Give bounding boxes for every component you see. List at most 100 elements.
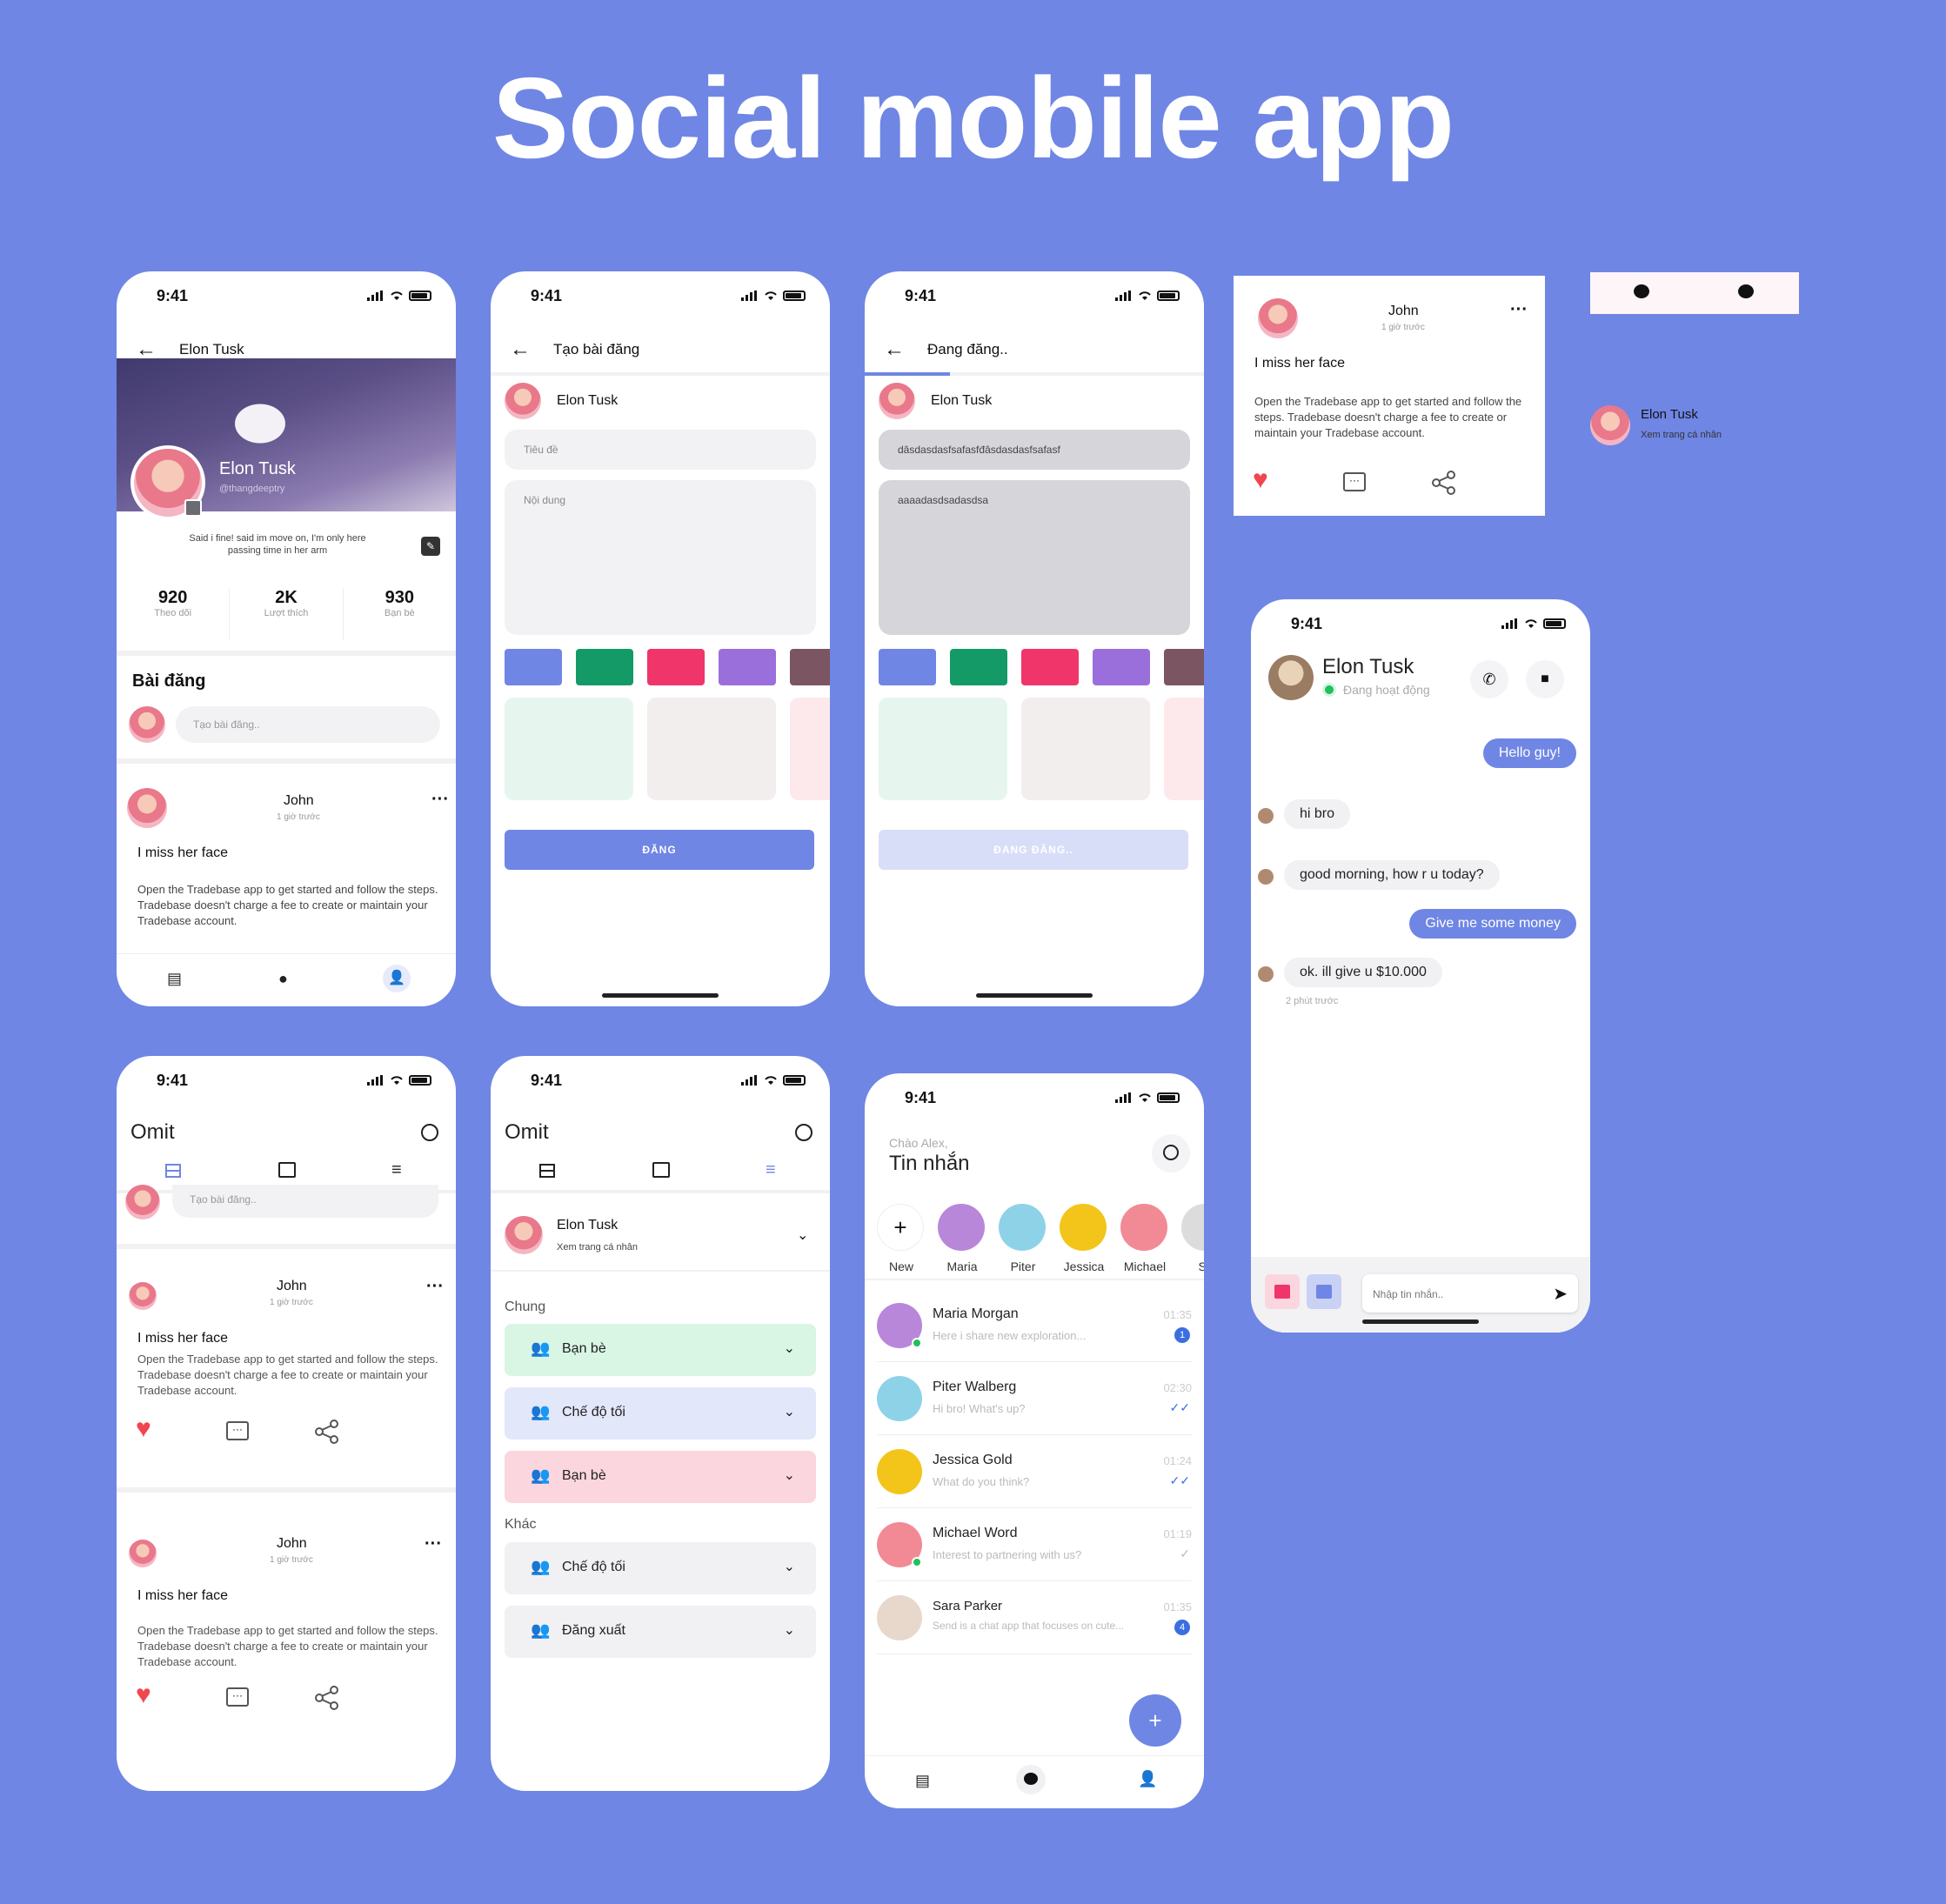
mini-profile[interactable]: Elon Tusk Xem trang cá nhân <box>1590 402 1764 449</box>
story-piter[interactable]: Piter <box>999 1204 1047 1273</box>
menu-tab-icon[interactable]: ≡ <box>391 1160 402 1180</box>
post-author-avatar[interactable] <box>1258 298 1298 338</box>
color-swatch[interactable] <box>719 649 776 685</box>
post-author[interactable]: John <box>277 1279 307 1294</box>
title-input[interactable]: dâsdasdasfsafasfđâsdasdasfsafasf <box>879 430 1190 470</box>
discussion-tab-icon[interactable] <box>652 1162 670 1178</box>
post-author[interactable]: John <box>284 793 314 809</box>
post-button[interactable]: ĐĂNG <box>505 830 814 870</box>
content-input[interactable]: Nội dung <box>505 480 816 635</box>
more-icon[interactable]: ··· <box>426 1277 444 1297</box>
feed-tab-icon[interactable] <box>165 1164 181 1178</box>
menu-item-logout[interactable]: 👥 Đăng xuất ⌄ <box>505 1606 816 1658</box>
message-input[interactable]: Nhập tin nhắn.. ➤ <box>1362 1274 1578 1313</box>
color-swatch[interactable] <box>647 649 705 685</box>
story-jessica[interactable]: Jessica <box>1060 1204 1108 1273</box>
stat-following[interactable]: 920 Theo dõi <box>117 588 231 640</box>
conversation-item[interactable]: Sara Parker Send is a chat app that focu… <box>877 1581 1192 1654</box>
background-tile[interactable] <box>790 698 830 800</box>
bottom-nav: ▤ ● 👤 <box>117 953 456 1006</box>
back-arrow-icon[interactable]: ← <box>510 337 531 362</box>
comment-icon[interactable]: ··· <box>226 1687 249 1707</box>
new-message-button[interactable]: + <box>1129 1694 1181 1747</box>
menu-tab-icon[interactable]: ≡ <box>766 1160 776 1180</box>
menu-item-dark-mode-2[interactable]: 👥 Chế độ tối ⌄ <box>505 1542 816 1594</box>
video-icon[interactable]: ■ <box>1526 660 1564 698</box>
search-icon[interactable] <box>795 1124 813 1141</box>
background-tile[interactable] <box>647 698 776 800</box>
chevron-down-icon[interactable]: ⌄ <box>797 1226 808 1244</box>
content-input[interactable]: aaaadasdsadasdsa <box>879 480 1190 635</box>
create-post-input[interactable]: Tạo bài đăng.. <box>172 1185 438 1218</box>
user-avatar[interactable] <box>505 1216 543 1254</box>
story-new[interactable]: + New <box>877 1204 926 1273</box>
back-arrow-icon[interactable]: ← <box>884 337 905 362</box>
conversation-item[interactable]: Piter Walberg Hi bro! What's up? 02:30 ✓… <box>877 1362 1192 1435</box>
post-author[interactable]: John <box>277 1536 307 1552</box>
heart-icon[interactable]: ♥ <box>1253 465 1268 495</box>
chat-icon[interactable]: ● <box>278 970 288 988</box>
heart-icon[interactable]: ♥ <box>136 1680 151 1710</box>
image-blue-icon[interactable] <box>1307 1274 1341 1309</box>
share-icon[interactable] <box>1432 471 1456 495</box>
color-swatch[interactable] <box>576 649 633 685</box>
heart-icon[interactable]: ♥ <box>136 1414 151 1444</box>
story-maria[interactable]: Maria <box>938 1204 986 1273</box>
color-swatch[interactable] <box>1021 649 1079 685</box>
chat-icon[interactable] <box>1738 284 1754 298</box>
feed-icon[interactable]: ▤ <box>915 1772 930 1790</box>
user-sub[interactable]: Xem trang cá nhân <box>557 1242 638 1253</box>
color-swatch[interactable] <box>950 649 1007 685</box>
conversation-item[interactable]: Jessica Gold What do you think? 01:24 ✓✓ <box>877 1435 1192 1508</box>
background-tile[interactable] <box>879 698 1007 800</box>
conversation-item[interactable]: Michael Word Interest to partnering with… <box>877 1508 1192 1581</box>
story-michael[interactable]: Michael <box>1120 1204 1169 1273</box>
placeholder-text: Tạo bài đăng.. <box>193 718 260 731</box>
post-author-avatar[interactable] <box>129 1282 157 1310</box>
post-author-avatar[interactable] <box>127 788 167 828</box>
story-avatar <box>999 1204 1046 1251</box>
image-pink-icon[interactable] <box>1265 1274 1300 1309</box>
feed-icon[interactable]: ▤ <box>167 970 182 988</box>
more-icon[interactable]: ··· <box>425 1534 442 1554</box>
color-swatch[interactable] <box>1093 649 1150 685</box>
share-icon[interactable] <box>315 1420 339 1444</box>
share-icon[interactable] <box>315 1686 339 1710</box>
conversation-item[interactable]: Maria Morgan Here i share new exploratio… <box>877 1289 1192 1362</box>
background-tile[interactable] <box>505 698 633 800</box>
menu-item-dark-mode[interactable]: 👥 Chế độ tối ⌄ <box>505 1387 816 1440</box>
send-icon[interactable]: ➤ <box>1553 1283 1568 1305</box>
color-swatch[interactable] <box>879 649 936 685</box>
feed-tab-icon[interactable] <box>539 1164 555 1178</box>
search-icon[interactable] <box>421 1124 438 1141</box>
post-author[interactable]: John <box>1388 304 1419 319</box>
camera-icon[interactable] <box>184 499 202 517</box>
profile-icon[interactable]: 👤 <box>383 965 411 992</box>
contact-avatar[interactable] <box>1268 655 1314 700</box>
search-button[interactable] <box>1152 1134 1190 1172</box>
stat-likes[interactable]: 2K Lượt thích <box>230 588 344 640</box>
edit-icon[interactable]: ✎ <box>421 537 440 556</box>
profile-icon[interactable]: 👤 <box>1138 1770 1157 1788</box>
stat-friends[interactable]: 930 Bạn bè <box>344 588 456 640</box>
background-tile[interactable] <box>1021 698 1150 800</box>
menu-item-friends[interactable]: 👥 Bạn bè ⌄ <box>505 1324 816 1376</box>
more-icon[interactable]: ··· <box>1510 300 1528 320</box>
user-name[interactable]: Elon Tusk <box>557 1218 618 1233</box>
color-swatch[interactable] <box>790 649 830 685</box>
chat-icon[interactable] <box>1634 284 1649 298</box>
comment-icon[interactable]: ··· <box>226 1421 249 1440</box>
color-swatch[interactable] <box>1164 649 1204 685</box>
title-input[interactable]: Tiêu đề <box>505 430 816 470</box>
story-sa[interactable]: Sa <box>1181 1204 1204 1273</box>
background-tile[interactable] <box>1164 698 1204 800</box>
phone-icon[interactable]: ✆ <box>1470 660 1508 698</box>
color-swatch[interactable] <box>505 649 562 685</box>
discussion-tab-icon[interactable] <box>278 1162 296 1178</box>
comment-icon[interactable]: ··· <box>1343 472 1366 491</box>
create-post-input[interactable]: Tạo bài đăng.. <box>176 706 440 743</box>
chat-icon[interactable] <box>1016 1765 1046 1794</box>
post-author-avatar[interactable] <box>129 1540 157 1567</box>
menu-item-friends-2[interactable]: 👥 Bạn bè ⌄ <box>505 1451 816 1503</box>
more-icon[interactable]: ··· <box>431 790 449 810</box>
